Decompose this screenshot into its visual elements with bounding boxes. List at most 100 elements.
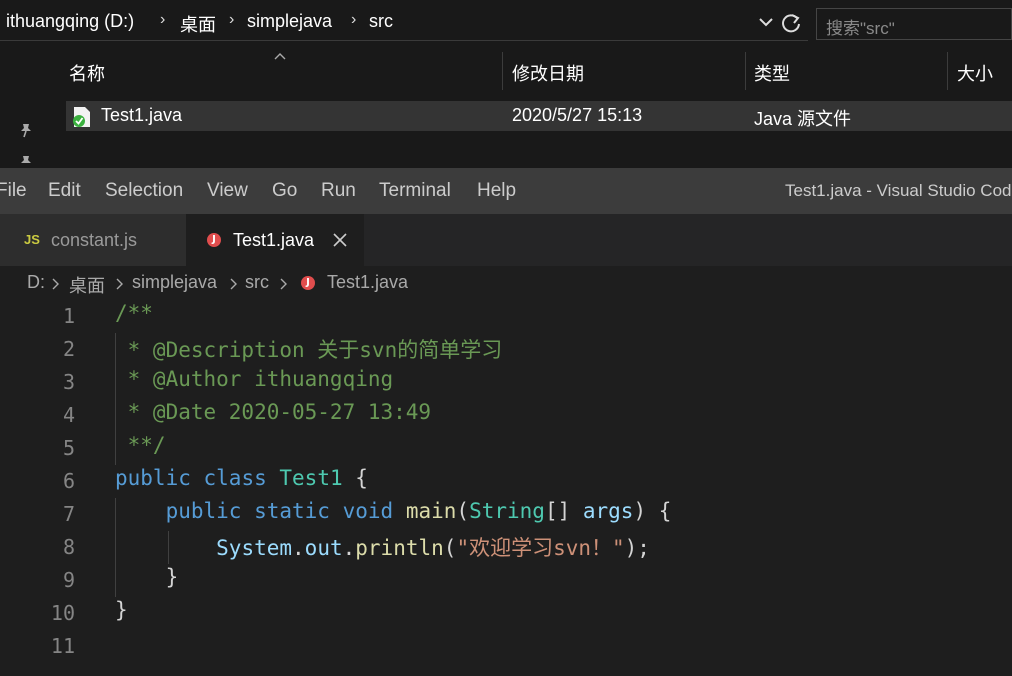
line-number: 5 bbox=[62, 436, 75, 460]
tab-label: Test1.java bbox=[233, 230, 315, 250]
java-icon: J bbox=[207, 233, 221, 247]
chevron-down-icon[interactable] bbox=[758, 16, 774, 28]
menu-view[interactable]: View bbox=[207, 180, 248, 202]
breadcrumb-drive[interactable]: D: bbox=[27, 272, 45, 293]
code-token: static bbox=[254, 499, 330, 523]
code-token: } bbox=[115, 598, 128, 622]
close-icon[interactable] bbox=[333, 233, 347, 247]
code-token: Test1 bbox=[279, 466, 343, 490]
line-number: 8 bbox=[62, 535, 75, 559]
code-token: { bbox=[342, 466, 368, 490]
menu-go[interactable]: Go bbox=[272, 180, 297, 202]
code-token: println bbox=[355, 536, 444, 560]
column-header-name[interactable]: 名称 bbox=[69, 60, 105, 86]
column-header-modified[interactable]: 修改日期 bbox=[512, 60, 584, 86]
code-line: * @Date 2020-05-27 13:49 bbox=[115, 400, 431, 424]
line-number: 11 bbox=[50, 634, 75, 658]
column-header-size[interactable]: 大小 bbox=[957, 60, 993, 86]
line-number: 9 bbox=[62, 568, 75, 592]
breadcrumb-desktop[interactable]: 桌面 bbox=[180, 11, 216, 37]
code-token: main bbox=[405, 499, 457, 523]
code-token: ( bbox=[456, 499, 470, 523]
refresh-icon[interactable] bbox=[780, 12, 802, 34]
breadcrumb-simplejava[interactable]: simplejava bbox=[132, 272, 217, 293]
menu-help[interactable]: Help bbox=[477, 180, 516, 202]
window-title: Test1.java - Visual Studio Code bbox=[785, 181, 1012, 200]
java-icon: J bbox=[301, 276, 315, 290]
code-token: **/ bbox=[115, 433, 166, 457]
breadcrumb-src[interactable]: src bbox=[369, 11, 393, 32]
column-divider[interactable] bbox=[947, 52, 948, 90]
chevron-right-icon bbox=[52, 278, 59, 290]
editor-tab-bar: JS constant.js J Test1.java bbox=[0, 214, 1012, 266]
file-explorer-window: ithuangqing (D:) › 桌面 › simplejava › src… bbox=[0, 0, 1012, 168]
code-token: public bbox=[165, 499, 242, 523]
menu-run[interactable]: Run bbox=[321, 180, 356, 202]
menu-file[interactable]: File bbox=[0, 180, 27, 202]
breadcrumb-src[interactable]: src bbox=[245, 272, 269, 293]
breadcrumb-simplejava[interactable]: simplejava bbox=[247, 11, 332, 32]
code-token: [] bbox=[544, 499, 583, 523]
chevron-right-icon bbox=[280, 278, 287, 290]
breadcrumb-file[interactable]: Test1.java bbox=[327, 272, 408, 293]
line-number: 10 bbox=[50, 601, 75, 625]
chevron-right-icon: › bbox=[351, 11, 357, 28]
code-line: public class Test1 { bbox=[115, 466, 368, 490]
code-token: . bbox=[292, 536, 305, 560]
pin-icon[interactable] bbox=[18, 154, 34, 168]
navigation-pane bbox=[0, 46, 50, 168]
line-number: 7 bbox=[62, 502, 75, 526]
code-token: } bbox=[115, 565, 179, 589]
menu-terminal[interactable]: Terminal bbox=[379, 180, 451, 202]
file-modified: 2020/5/27 15:13 bbox=[512, 105, 643, 125]
menu-selection[interactable]: Selection bbox=[105, 180, 183, 202]
sort-ascending-icon bbox=[274, 53, 286, 60]
code-token: "欢迎学习svn！" bbox=[456, 536, 625, 560]
chevron-right-icon bbox=[230, 278, 237, 290]
code-token: class bbox=[203, 466, 267, 490]
column-divider[interactable] bbox=[745, 52, 746, 90]
file-type: Java 源文件 bbox=[754, 109, 852, 129]
line-number: 3 bbox=[62, 370, 75, 394]
line-number: 1 bbox=[62, 304, 75, 328]
line-number: 2 bbox=[62, 337, 75, 361]
column-divider[interactable] bbox=[502, 52, 503, 90]
breadcrumb-desktop[interactable]: 桌面 bbox=[69, 272, 105, 298]
code-line: **/ bbox=[115, 433, 166, 457]
code-line: } bbox=[115, 598, 128, 622]
code-token: ); bbox=[624, 536, 650, 560]
code-token: * @Date 2020-05-27 13:49 bbox=[115, 400, 432, 424]
code-token: * @Author ithuangqing bbox=[115, 367, 394, 391]
code-token: args bbox=[582, 499, 634, 523]
file-row[interactable]: Test1.java 2020/5/27 15:13 Java 源文件 bbox=[66, 101, 1012, 131]
code-line: /** bbox=[115, 301, 153, 325]
menu-bar: File Edit Selection View Go Run Terminal… bbox=[0, 168, 1012, 214]
address-bar-underline bbox=[0, 40, 808, 41]
breadcrumb-drive[interactable]: ithuangqing (D:) bbox=[6, 11, 134, 32]
code-editor[interactable]: 1 2 3 4 5 6 7 8 9 10 11 /** * @Description 关于svn的简… bbox=[0, 300, 1012, 676]
tab-constant-js[interactable]: JS constant.js bbox=[0, 214, 186, 266]
column-header-type[interactable]: 类型 bbox=[754, 60, 790, 86]
code-token: ( bbox=[443, 536, 457, 560]
search-input[interactable]: 搜索"src" bbox=[816, 8, 1012, 40]
code-token: out bbox=[304, 536, 343, 560]
line-number: 6 bbox=[62, 469, 75, 493]
tab-test1-java[interactable]: J Test1.java bbox=[186, 214, 364, 266]
code-token: /** bbox=[115, 301, 153, 325]
chevron-right-icon: › bbox=[160, 11, 166, 28]
menu-edit[interactable]: Edit bbox=[48, 180, 81, 202]
code-token: public bbox=[115, 466, 191, 490]
code-token: * @Description 关于svn的简单学习 bbox=[115, 338, 503, 362]
code-line: * @Author ithuangqing bbox=[115, 367, 394, 391]
editor-breadcrumbs: D: 桌面 simplejava src J Test1.java bbox=[0, 266, 1012, 300]
code-line: System.out.println("欢迎学习svn！"); bbox=[115, 532, 650, 562]
pin-icon[interactable] bbox=[18, 122, 34, 138]
js-icon: JS bbox=[24, 232, 40, 247]
file-list: 名称 修改日期 类型 大小 Test1.java 2020/5/27 15:13… bbox=[50, 46, 1012, 168]
address-bar[interactable]: ithuangqing (D:) › 桌面 › simplejava › src bbox=[0, 0, 808, 46]
